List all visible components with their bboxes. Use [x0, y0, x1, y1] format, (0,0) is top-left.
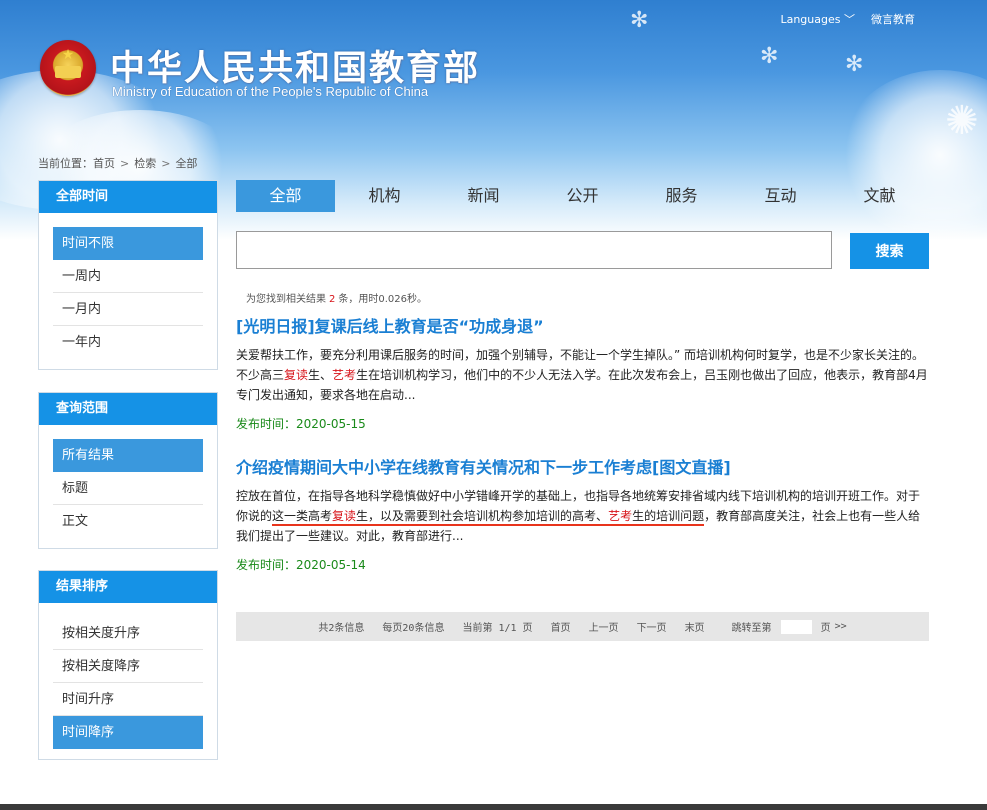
- snippet-text: 生，以及需要到社会培训机构参加培训的高考、: [356, 509, 609, 526]
- sidebar-sort-list: 按相关度升序 按相关度降序 时间升序 时间降序: [39, 603, 217, 759]
- result-item: 介绍疫情期间大中小学在线教育有关情况和下一步工作考虑[图文直播] 控放在首位，在…: [236, 457, 930, 573]
- dandelion-decoration: [840, 70, 987, 240]
- tab-institutions[interactable]: 机构: [335, 180, 434, 212]
- result-summary: 为您找到相关结果 2 条，用时0.026秒。: [246, 290, 427, 305]
- sidebar-item-time-desc[interactable]: 时间降序: [53, 716, 203, 749]
- breadcrumb-separator: >: [120, 157, 130, 170]
- date-label: 发布时间：: [236, 417, 297, 431]
- languages-link[interactable]: Languages ﹀: [780, 11, 855, 27]
- sidebar-item-all-results[interactable]: 所有结果: [53, 439, 203, 472]
- summary-suffix: 条，用时0.026秒。: [338, 294, 428, 305]
- pager-jump-input[interactable]: [780, 619, 812, 634]
- pager-prev-link[interactable]: 上一页: [589, 619, 619, 634]
- keyword-highlight: 艺考: [608, 509, 633, 526]
- sidebar-item-past-year[interactable]: 一年内: [53, 326, 203, 359]
- result-snippet: 控放在首位，在指导各地科学稳慎做好中小学错峰开学的基础上，也指导各地统筹安排省域…: [236, 486, 930, 546]
- keyword-highlight: 艺考: [332, 368, 357, 382]
- sidebar-item-relevance-desc[interactable]: 按相关度降序: [53, 650, 203, 683]
- snippet-text: 生、: [308, 368, 333, 382]
- pager-current: 当前第 1/1 页: [462, 623, 533, 634]
- result-date: 发布时间：2020-05-14: [236, 556, 930, 573]
- breadcrumb-item-search[interactable]: 检索: [134, 157, 156, 170]
- bottom-strip: [0, 804, 987, 810]
- site-subtitle: Ministry of Education of the People's Re…: [112, 84, 429, 99]
- sidebar-item-title[interactable]: 标题: [53, 472, 203, 505]
- tab-public[interactable]: 公开: [533, 180, 632, 212]
- sidebar-scope-heading: 查询范围: [39, 393, 217, 425]
- seed-decoration: ✻: [630, 8, 649, 33]
- keyword-highlight: 复读: [332, 509, 357, 526]
- search-button[interactable]: 搜索: [850, 233, 929, 269]
- breadcrumb-item-all[interactable]: 全部: [175, 157, 197, 170]
- snippet-text: 这一类高考: [272, 509, 333, 526]
- result-date: 发布时间：2020-05-15: [236, 415, 930, 432]
- pager-last-link[interactable]: 末页: [685, 619, 705, 634]
- seed-decoration: ✻: [760, 44, 779, 69]
- pager-go-link[interactable]: >>: [835, 621, 847, 632]
- weibo-link[interactable]: 微言教育: [871, 11, 915, 27]
- pager-first-link[interactable]: 首页: [551, 619, 571, 634]
- tab-all[interactable]: 全部: [236, 180, 335, 212]
- result-item: [光明日报]复课后线上教育是否“功成身退” 关爱帮扶工作，要充分利用课后服务的时…: [236, 316, 930, 432]
- summary-prefix: 为您找到相关结果: [246, 294, 326, 305]
- sidebar-sort-heading: 结果排序: [39, 571, 217, 603]
- pager-jump-label: 跳转至第: [731, 623, 772, 634]
- pager-next-link[interactable]: 下一页: [637, 619, 667, 634]
- search-input[interactable]: [236, 231, 832, 269]
- seed-decoration: ✻: [845, 52, 864, 77]
- seed-decoration: ✺: [945, 98, 979, 144]
- pager-per-page: 每页20条信息: [382, 623, 445, 634]
- result-snippet: 关爱帮扶工作，要充分利用课后服务的时间，加强个别辅导，不能让一个学生掉队。” 而…: [236, 345, 930, 405]
- result-title-link[interactable]: [光明日报]复课后线上教育是否“功成身退”: [236, 316, 930, 338]
- date-label: 发布时间：: [236, 558, 297, 572]
- pager-page-unit: 页: [820, 623, 831, 634]
- sidebar-time-list: 时间不限 一周内 一月内 一年内: [39, 213, 217, 369]
- breadcrumb-separator: >: [161, 157, 171, 170]
- languages-label: Languages: [780, 13, 841, 26]
- result-title-link[interactable]: 介绍疫情期间大中小学在线教育有关情况和下一步工作考虑[图文直播]: [236, 457, 930, 479]
- sidebar-sort-filter: 结果排序 按相关度升序 按相关度降序 时间升序 时间降序: [38, 570, 218, 760]
- sidebar-item-body[interactable]: 正文: [53, 505, 203, 538]
- date-value: 2020-05-15: [296, 417, 366, 431]
- page: ✻ ✻ ✻ ✺ Languages ﹀ 微言教育 ★ 中华人民共和国教育部 Mi…: [0, 0, 987, 804]
- sidebar-item-past-week[interactable]: 一周内: [53, 260, 203, 293]
- sidebar-scope-filter: 查询范围 所有结果 标题 正文: [38, 392, 218, 549]
- category-tabs: 全部 机构 新闻 公开 服务 互动 文献: [236, 180, 929, 212]
- sidebar-time-heading: 全部时间: [39, 181, 217, 213]
- tab-interaction[interactable]: 互动: [731, 180, 830, 212]
- breadcrumb-prefix: 当前位置：: [38, 157, 93, 170]
- breadcrumb: 当前位置：首页 > 检索 > 全部: [38, 155, 197, 171]
- chevron-down-icon: ﹀: [844, 13, 855, 26]
- sidebar-item-any-time[interactable]: 时间不限: [53, 227, 203, 260]
- tab-literature[interactable]: 文献: [830, 180, 929, 212]
- sidebar-item-past-month[interactable]: 一月内: [53, 293, 203, 326]
- sidebar-item-time-asc[interactable]: 时间升序: [53, 683, 203, 716]
- tab-services[interactable]: 服务: [632, 180, 731, 212]
- pagination: 共2条信息 每页20条信息 当前第 1/1 页 首页 上一页 下一页 末页 跳转…: [236, 612, 929, 641]
- sidebar-item-relevance-asc[interactable]: 按相关度升序: [53, 617, 203, 650]
- top-links: Languages ﹀ 微言教育: [780, 11, 915, 27]
- date-value: 2020-05-14: [296, 558, 366, 572]
- keyword-highlight: 复读: [284, 368, 309, 382]
- tab-news[interactable]: 新闻: [434, 180, 533, 212]
- gate-icon: [55, 66, 81, 78]
- sidebar-scope-list: 所有结果 标题 正文: [39, 425, 217, 548]
- snippet-text: 生的培训问题: [632, 509, 705, 526]
- sidebar-time-filter: 全部时间 时间不限 一周内 一月内 一年内: [38, 180, 218, 370]
- national-emblem-icon: ★: [40, 40, 96, 96]
- pager-total: 共2条信息: [318, 623, 365, 634]
- breadcrumb-item-home[interactable]: 首页: [93, 157, 115, 170]
- result-count: 2: [329, 294, 336, 305]
- star-icon: ★: [61, 47, 75, 63]
